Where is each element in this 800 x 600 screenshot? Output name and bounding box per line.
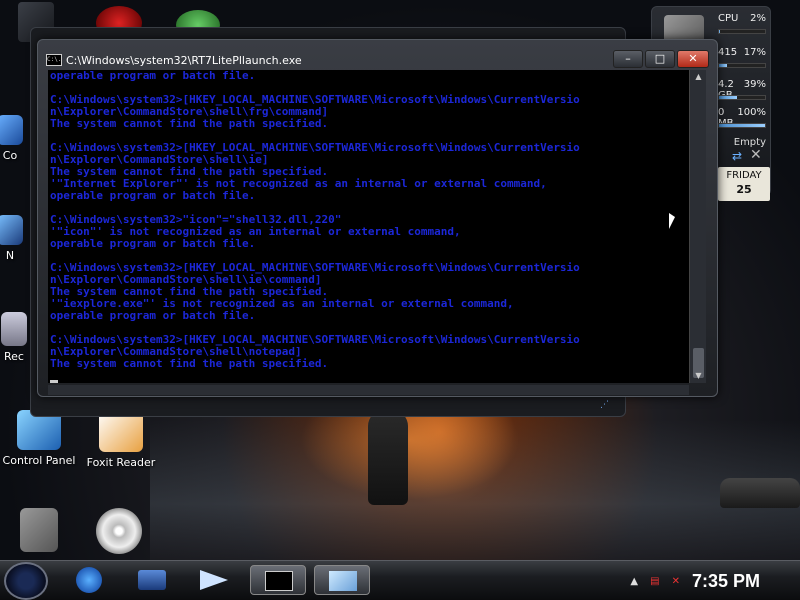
cpu-label: CPU: [718, 13, 739, 24]
start-button[interactable]: [4, 562, 48, 600]
maximize-button[interactable]: □: [645, 50, 675, 68]
notepad-icon: [329, 571, 357, 591]
network-status-icon[interactable]: ▤: [650, 576, 659, 587]
volume-muted-icon[interactable]: ✕: [672, 576, 680, 587]
cmd-icon: [265, 571, 293, 591]
console-line: operable program or batch file.: [50, 237, 256, 250]
calendar-day-number: 25: [736, 183, 752, 196]
taskbar-app-ie[interactable]: [64, 565, 120, 595]
desktop-icon-control-panel[interactable]: Control Panel: [0, 410, 84, 467]
wallpaper-runner: [368, 410, 408, 505]
close-gadget-icon[interactable]: ✕: [750, 147, 762, 163]
mouse-pointer-icon: [669, 213, 675, 229]
wallpaper-car: [720, 478, 800, 508]
refresh-icon[interactable]: ⇄: [732, 149, 742, 163]
desktop-icon-computer[interactable]: Co: [0, 115, 32, 162]
play-icon: [200, 570, 228, 590]
ram-meter: 415 17%: [718, 47, 766, 58]
console-line: operable program or batch file.: [50, 309, 256, 322]
computer-icon: [0, 115, 23, 145]
disk-bar: [718, 95, 766, 100]
ram-right: 17%: [743, 47, 766, 58]
minimize-button[interactable]: –: [613, 50, 643, 68]
desktop-icon-label: Foxit Reader: [86, 456, 156, 469]
clock[interactable]: 7:35 PM: [692, 571, 760, 592]
memory-bar: [718, 123, 766, 128]
desktop-icon-document[interactable]: [0, 508, 84, 556]
cmd-icon: C:\.: [46, 54, 62, 66]
desktop-icon-disc-burner[interactable]: [74, 508, 164, 558]
disc-icon: [96, 508, 142, 554]
cpu-meter: CPU 2%: [718, 13, 766, 24]
vertical-scrollbar[interactable]: ▲ ▼: [689, 70, 706, 383]
recycle-bin-icon: [1, 312, 27, 346]
desktop-icon-network[interactable]: N: [0, 215, 32, 262]
console-line: The system cannot find the path specifie…: [50, 117, 329, 130]
console-line: operable program or batch file.: [50, 70, 256, 82]
folder-icon: [138, 570, 166, 590]
text-cursor: [50, 380, 58, 383]
cpu-bar: [718, 29, 766, 34]
console-line: The system cannot find the path specifie…: [50, 357, 329, 370]
horizontal-scrollbar[interactable]: [48, 385, 689, 395]
desktop-icon-label: Co: [2, 149, 18, 162]
desktop-icon-label: Control Panel: [2, 454, 76, 467]
desktop-icon-foxit-reader[interactable]: Foxit Reader: [76, 410, 166, 469]
calendar-day-name: FRIDAY: [726, 170, 762, 181]
globe-icon: [76, 567, 102, 593]
taskbar-app-notepad[interactable]: [314, 565, 370, 595]
taskbar-app-explorer[interactable]: [124, 565, 180, 595]
console-line: operable program or batch file.: [50, 189, 256, 202]
scroll-up-icon[interactable]: ▲: [690, 70, 707, 84]
resize-grip-icon[interactable]: ⋰: [600, 400, 614, 414]
ram-bar: [718, 63, 766, 68]
system-tray: ▲ ▤ ✕ 7:35 PM: [630, 562, 800, 600]
close-button[interactable]: ✕: [677, 50, 709, 68]
console-output[interactable]: operable program or batch file. C:\Window…: [48, 70, 689, 383]
calendar-gadget: FRIDAY 25: [718, 167, 770, 201]
taskbar-app-media-player[interactable]: [186, 565, 242, 595]
window-title: C:\Windows\system32\RT7LitePllaunch.exe: [66, 53, 302, 67]
network-icon: [0, 215, 23, 245]
show-hidden-icons-icon[interactable]: ▲: [630, 576, 638, 587]
window-titlebar[interactable]: C:\. C:\Windows\system32\RT7LitePllaunch…: [46, 50, 709, 70]
document-icon: [20, 508, 58, 552]
taskbar-app-cmd[interactable]: [250, 565, 306, 595]
cpu-value: 2%: [750, 13, 766, 24]
scroll-down-icon[interactable]: ▼: [690, 369, 707, 383]
ram-left: 415: [718, 47, 738, 58]
desktop-icon-label: N: [5, 249, 15, 262]
